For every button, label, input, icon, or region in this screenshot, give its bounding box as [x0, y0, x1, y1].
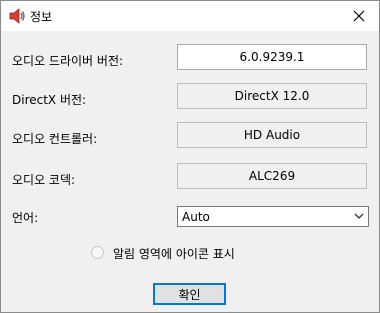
- close-button[interactable]: [339, 1, 379, 31]
- window-title: 정보: [30, 10, 53, 24]
- about-dialog: 정보 오디오 드라이버 버전: 6.0.9239.1 DirectX 버전: D…: [0, 0, 380, 313]
- language-selected-value: Auto: [182, 210, 210, 224]
- audio-codec-field: ALC269: [177, 163, 367, 189]
- directx-version-label: DirectX 버전:: [12, 93, 87, 107]
- driver-version-label: 오디오 드라이버 버전:: [12, 54, 124, 68]
- audio-controller-field: HD Audio: [177, 122, 367, 148]
- chevron-down-icon: [354, 213, 364, 219]
- language-select[interactable]: Auto: [177, 206, 369, 227]
- tray-icon-label[interactable]: 알림 영역에 아이콘 표시: [113, 245, 235, 262]
- directx-version-field: DirectX 12.0: [177, 83, 367, 109]
- title-bar: 정보: [1, 1, 379, 31]
- close-icon: [353, 10, 365, 22]
- audio-controller-label: 오디오 컨트롤러:: [12, 132, 98, 146]
- driver-version-field: 6.0.9239.1: [177, 44, 367, 70]
- language-label: 언어:: [12, 211, 39, 225]
- ok-button[interactable]: 확인: [153, 283, 226, 305]
- audio-codec-label: 오디오 코덱:: [12, 173, 76, 187]
- speaker-icon: [9, 8, 25, 24]
- tray-icon-radio[interactable]: [91, 246, 104, 259]
